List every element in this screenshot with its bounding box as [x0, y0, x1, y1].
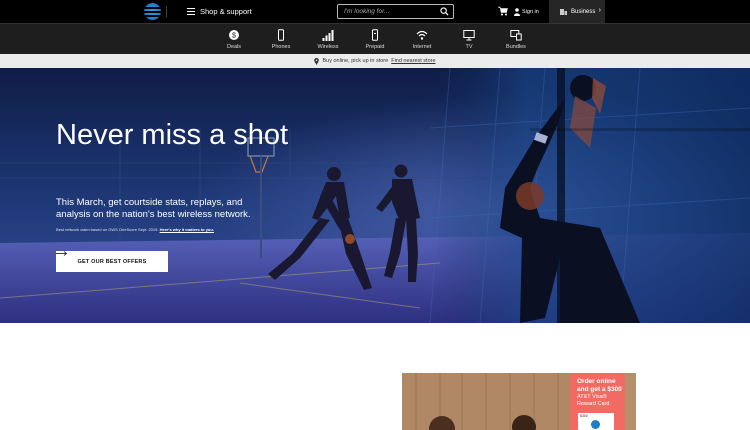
header-divider [166, 6, 167, 17]
hero-fine-print: Best network claim based on GWS OneScore… [56, 227, 214, 232]
reward-card-amount: $300 [580, 414, 588, 418]
search-input[interactable] [344, 6, 434, 17]
hero-banner: Never miss a shot This March, get courts… [0, 68, 750, 323]
deals-icon: $ [229, 30, 239, 40]
business-button[interactable]: Business › [549, 0, 605, 23]
nav-item-phones[interactable]: Phones [263, 29, 299, 53]
chevron-right-icon: › [598, 7, 601, 14]
nav-item-bundles[interactable]: Bundles [498, 29, 534, 53]
sign-in-link[interactable]: Sign in [514, 0, 539, 23]
prepaid-icon [372, 29, 378, 41]
nav-label: Bundles [506, 44, 526, 50]
att-globe-logo[interactable] [144, 3, 161, 20]
find-store-link[interactable]: Find nearest store [391, 58, 435, 64]
nav-label: Wireless [317, 44, 339, 50]
user-icon [514, 7, 520, 16]
nav-label: TV [465, 44, 473, 50]
offer-line-2: and get a $300 [577, 386, 622, 393]
nav-item-deals[interactable]: $ Deals [216, 29, 252, 53]
category-nav: $ Deals Phones Wireless Prepaid Internet… [0, 23, 750, 54]
nav-item-wireless[interactable]: Wireless [310, 29, 346, 53]
hamburger-icon [187, 8, 195, 15]
fine-print-text: Best network claim based on GWS OneScore… [56, 227, 159, 232]
nav-label: Deals [226, 44, 242, 50]
cart-icon[interactable] [498, 6, 508, 16]
nav-label: Internet [412, 44, 432, 50]
sign-in-label: Sign in [522, 8, 539, 15]
wifi-icon [416, 30, 428, 40]
bundles-icon [510, 30, 522, 41]
get-offers-button[interactable]: GET OUR BEST OFFERS [56, 251, 168, 272]
shop-support-label: Shop & support [200, 7, 252, 16]
promo-text: Buy online, pick up in store [322, 58, 389, 64]
building-icon [560, 9, 567, 15]
nav-label: Prepaid [365, 44, 385, 50]
location-pin-icon [314, 57, 320, 65]
signal-bars-icon [322, 30, 334, 41]
nav-item-tv[interactable]: TV [451, 29, 487, 53]
order-online-promo-card[interactable]: Order online and get a $300 AT&T Visa® R… [402, 373, 636, 430]
business-label: Business [571, 8, 596, 15]
search-box [337, 4, 454, 19]
reward-card-image: $300 [578, 413, 614, 430]
nav-label: Phones [271, 44, 291, 50]
search-icon[interactable] [440, 7, 449, 16]
tv-icon [463, 30, 475, 41]
phone-icon [278, 29, 284, 41]
shop-support-menu[interactable]: Shop & support [187, 0, 252, 23]
cta-label: GET OUR BEST OFFERS [77, 258, 147, 265]
fine-print-link[interactable]: Here's why it matters to you. [160, 227, 214, 232]
hero-subhead: This March, get courtside stats, replays… [56, 197, 251, 220]
offer-line-3: AT&T Visa® [577, 394, 607, 400]
top-header: Shop & support Sign in Business › [0, 0, 750, 23]
svg-text:$: $ [232, 33, 236, 40]
promo-strip: Buy online, pick up in store Find neares… [0, 54, 750, 68]
hero-headline: Never miss a shot [56, 119, 289, 151]
att-globe-icon [591, 420, 600, 429]
offer-line-1: Order online [577, 378, 616, 385]
nav-item-internet[interactable]: Internet [404, 29, 440, 53]
offer-line-4: Reward Card [577, 401, 610, 407]
arrow-right-icon [56, 251, 67, 256]
nav-item-prepaid[interactable]: Prepaid [357, 29, 393, 53]
hero-background-image [0, 68, 750, 323]
